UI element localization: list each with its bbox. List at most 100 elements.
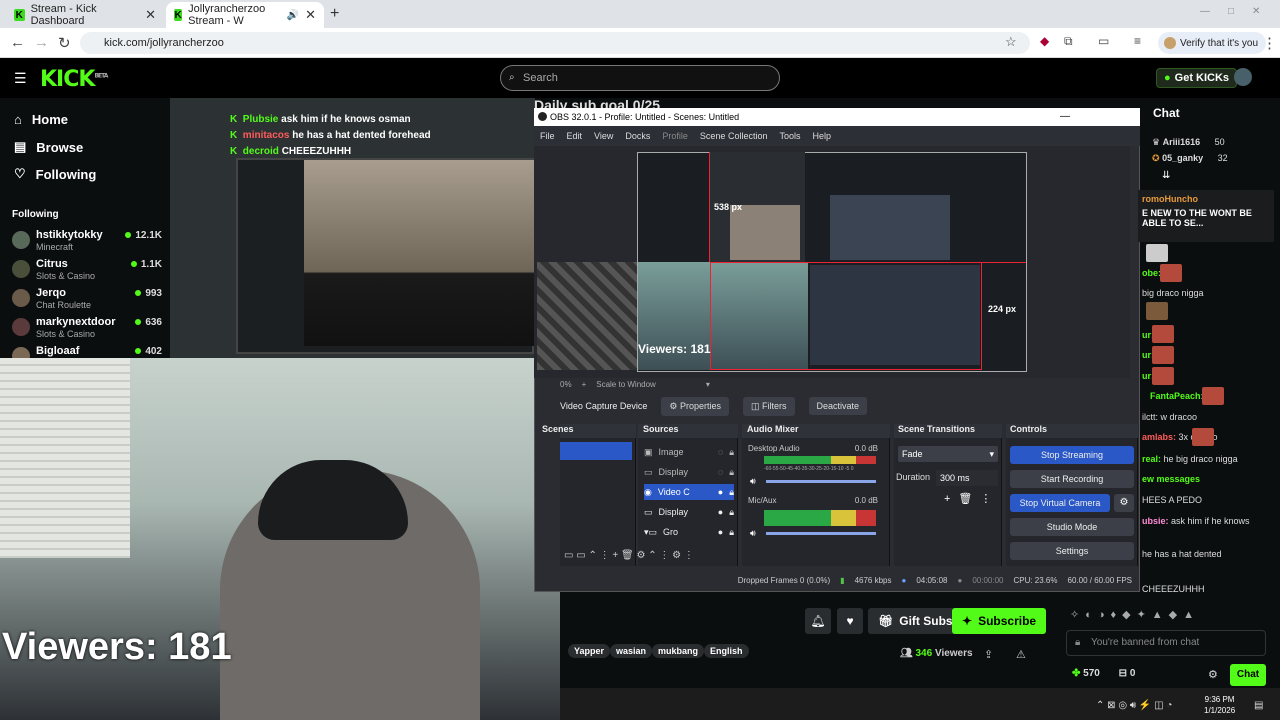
new-tab-icon[interactable]: + [330,5,339,23]
menu-edit[interactable]: Edit [567,131,583,141]
kick-favicon-icon: K [174,9,183,21]
audio-channel-desktop: Desktop Audio 0.0 dB [748,444,878,453]
filters-button[interactable]: ◫ Filters [743,396,795,416]
menu-help[interactable]: Help [812,131,831,141]
menu-profile[interactable]: Profile [662,131,688,141]
viewer-count: 👥︎ 346 Viewers [900,648,973,659]
window-controls[interactable]: —□✕ [1200,6,1278,17]
taskbar-clock[interactable]: 9:36 PM 1/1/2026 [1204,694,1235,716]
tab-kick-dashboard[interactable]: K Stream - Kick Dashboard ✕ [6,2,164,28]
chevron-down-icon[interactable]: ▾ [706,380,710,389]
close-tab-icon[interactable]: ✕ [145,7,156,23]
hamburger-menu-icon[interactable]: ☰ [14,70,27,87]
user-avatar[interactable] [1234,68,1252,86]
close-tab-icon[interactable]: ✕ [305,7,316,23]
transition-tools[interactable]: +🗑⋮ [944,492,999,505]
tag-pill[interactable]: mukbang [652,644,705,658]
speaker-icon[interactable]: 🔊︎ [750,528,756,539]
following-item[interactable]: Citrus Slots & Casino 1.1K [12,258,162,286]
chat-message: HEES A PEDO [1142,495,1203,505]
subscribe-button[interactable]: ✦ Subscribe [952,608,1047,634]
media-icon[interactable]: ≡ [1134,34,1141,48]
logo-text: KICK [40,67,95,92]
source-item[interactable]: ▣ Image ◌ 🔒︎ [644,444,734,460]
chat-settings-icon[interactable]: ⚙ [1208,668,1218,681]
reload-icon[interactable]: ↻ [58,34,71,52]
pinned-message[interactable]: romoHuncho E NEW TO THE WONT BE ABLE TO … [1138,190,1274,242]
kick-logo[interactable]: KICKBETA [40,67,108,92]
following-item[interactable]: Jerqo Chat Roulette 993 [12,287,162,315]
extensions-icon[interactable]: ⧉ [1064,34,1073,49]
source-item[interactable]: ▭ Display ◌ 🔒︎ [644,464,734,480]
menu-scene-collection[interactable]: Scene Collection [700,131,768,141]
forward-icon[interactable]: → [34,34,49,51]
notifications-icon[interactable]: ▤ [1254,700,1263,711]
tag-pill[interactable]: wasian [610,644,653,658]
deactivate-button[interactable]: Deactivate [808,397,868,415]
volume-slider[interactable] [766,480,876,483]
properties-button[interactable]: ⚙ Properties [661,396,729,416]
volume-slider[interactable] [766,532,876,535]
menu-tools[interactable]: Tools [779,131,800,141]
preview-obs-image [830,195,950,260]
lock-icon: 🔒︎ [729,526,734,537]
expand-icon[interactable]: ⇊ [1162,170,1170,181]
chat-send-button[interactable]: Chat [1230,664,1266,686]
following-item[interactable]: markynextdoor Slots & Casino 636 [12,316,162,344]
following-item[interactable]: Bigloaaf 402 [12,345,162,359]
scene-item-selected[interactable] [560,442,632,460]
source-item[interactable]: ▭ Display ● 🔒︎ [644,504,734,520]
nav-browse[interactable]: ▤ Browse [14,139,83,155]
display-source-icon: ▭ [644,506,653,517]
channel-category: Chat Roulette [36,300,92,310]
notification-bell-icon[interactable]: 🔔︎ [805,608,831,634]
zoom-plus-icon[interactable]: + [582,380,587,389]
follow-heart-icon[interactable]: ♥ [837,608,863,634]
transition-select[interactable]: Fade ▾ [898,446,998,462]
bookmark-star-icon[interactable]: ☆ [1005,34,1017,50]
following-item[interactable]: hstikkytokky Minecraft 12.1K [12,229,162,257]
scale-to-window-select[interactable]: Scale to Window [596,380,656,389]
guide-line [982,262,1026,263]
gift-subs-button[interactable]: 🎁︎ Gift Subs [868,608,963,634]
stop-streaming-button[interactable]: Stop Streaming [1010,446,1134,464]
audio-playing-icon[interactable]: 🔊 [287,10,299,21]
cast-icon[interactable]: ▭ [1098,34,1109,48]
dock-footer-tools[interactable]: ▭ ▭ ⌃ ⋮ + 🗑 ⚙ ⌃ ⋮ ⚙ ⋮ [560,550,890,561]
menu-dots-icon[interactable]: ⋮ [1262,34,1277,52]
emote-image [1202,387,1224,405]
duration-input[interactable]: 300 ms [936,470,998,486]
share-icon[interactable]: ⇪ [984,648,993,661]
source-bounding-box[interactable] [710,262,982,370]
menu-docks[interactable]: Docks [625,131,650,141]
studio-mode-button[interactable]: Studio Mode [1010,518,1134,536]
verify-identity-chip[interactable]: Verify that it's you [1158,32,1267,54]
source-item-selected[interactable]: ◉ Video C ● 🔒︎ [644,484,734,500]
tab-jollyrancherzoo[interactable]: K Jollyrancherzoo Stream - W 🔊 ✕ [166,2,324,28]
viewer-count: 636 [135,317,162,328]
stop-virtual-camera-button[interactable]: Stop Virtual Camera [1010,494,1110,512]
search-input[interactable]: ⌕ Search [500,65,780,91]
emote-bar[interactable]: ✧◐◑♦◆✦▲◆▲ [1070,608,1270,624]
crown-icon: ♛ [1152,137,1161,147]
source-item[interactable]: ▾▭ Gro ● 🔒︎ [644,524,734,540]
back-icon[interactable]: ← [10,34,25,51]
get-kicks-button[interactable]: ● Get KICKs [1156,68,1238,88]
menu-view[interactable]: View [594,131,613,141]
selected-source-name: Video Capture Device [560,401,648,411]
settings-button[interactable]: Settings [1010,542,1134,560]
cpu-usage: CPU: 23.6% [1013,575,1058,585]
nav-following[interactable]: ♡ Following [14,166,96,182]
tray-icons[interactable]: ⌃ ⊠ ◎ 🔊︎ ⚡ ◫ ◔ [1096,700,1172,711]
tag-pill[interactable]: Yapper [568,644,611,658]
extension-shield-icon[interactable]: ◆ [1040,34,1049,48]
url-input[interactable]: kick.com/jollyrancherzoo [80,32,1030,54]
menu-file[interactable]: File [540,131,555,141]
report-icon[interactable]: ⚠ [1016,648,1026,661]
tag-pill[interactable]: English [704,644,749,658]
visibility-icon: ● [717,487,724,497]
nav-home[interactable]: ⌂ Home [14,112,68,127]
speaker-icon[interactable]: 🔊︎ [750,476,756,487]
start-recording-button[interactable]: Start Recording [1010,470,1134,488]
virtual-camera-settings-icon[interactable]: ⚙ [1114,494,1134,512]
